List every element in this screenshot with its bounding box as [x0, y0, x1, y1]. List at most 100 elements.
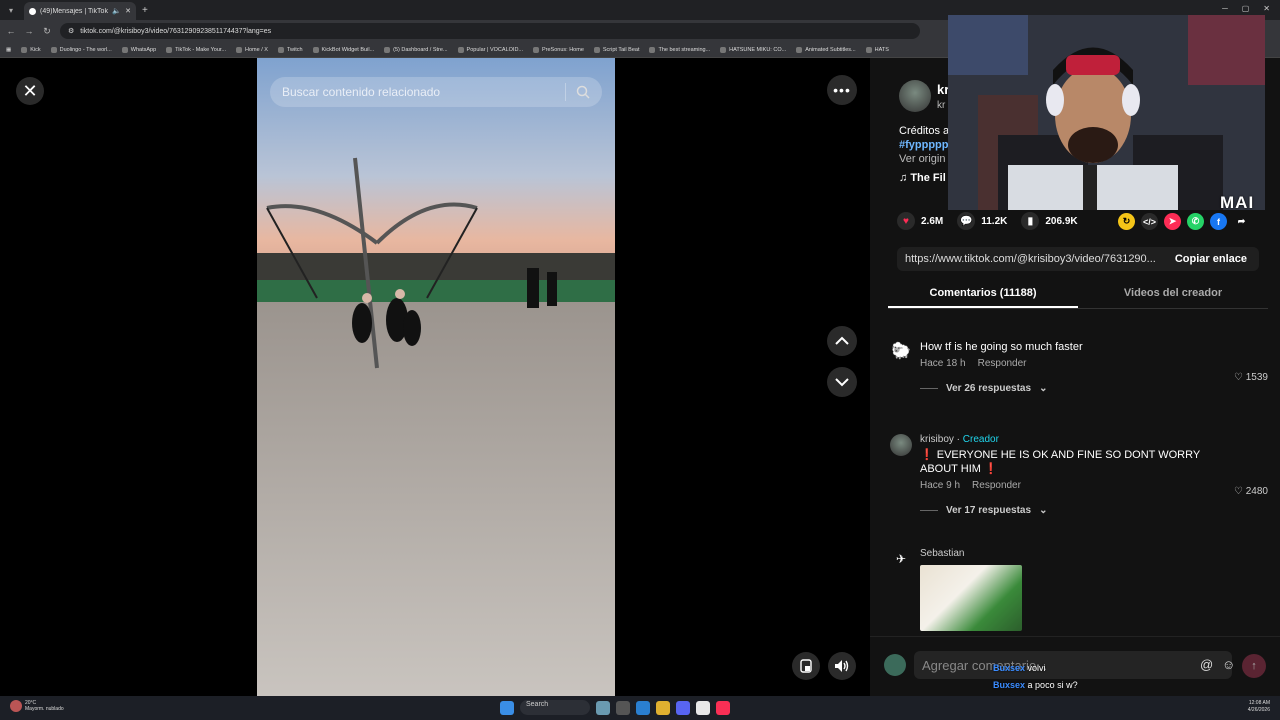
- discord-icon[interactable]: [676, 700, 690, 715]
- bookmark-favicon-icon: [50, 46, 57, 53]
- comment-time: Hace 9 h: [920, 480, 961, 491]
- music-link[interactable]: ♫ The Fil: [899, 172, 946, 184]
- author-name[interactable]: Sebastian: [920, 548, 1220, 559]
- bookmark-item[interactable]: The best streaming...: [649, 46, 710, 53]
- mention-icon[interactable]: @: [1200, 657, 1213, 672]
- site-info-icon[interactable]: ⚙: [68, 27, 74, 35]
- creator-avatar[interactable]: [899, 80, 931, 112]
- comment-like-button[interactable]: ♡ 1539: [1234, 372, 1268, 383]
- whatsapp-icon[interactable]: ✆: [1187, 213, 1204, 230]
- bookmark-item[interactable]: WhatsApp: [121, 46, 156, 53]
- comment-like-count: 2480: [1245, 486, 1268, 497]
- share-buttons: ↻ </> ➤ ✆ f ➦: [1118, 213, 1250, 230]
- mini-player-button[interactable]: [792, 652, 820, 680]
- omnibox[interactable]: ⚙ tiktok.com/@krisiboy3/video/7631290923…: [60, 23, 920, 39]
- maximize-icon[interactable]: ▢: [1242, 4, 1250, 13]
- taskbar-search[interactable]: Search: [520, 700, 590, 715]
- like-button[interactable]: ♥ 2.6M: [897, 212, 943, 230]
- close-button[interactable]: ✕: [16, 77, 44, 105]
- comment-like-count: 1539: [1245, 372, 1268, 383]
- bookmark-item[interactable]: Popular | VOCALOID...: [457, 46, 523, 53]
- send-to-friend-icon[interactable]: ➤: [1164, 213, 1181, 230]
- facebook-icon[interactable]: f: [1210, 213, 1227, 230]
- view-replies-button[interactable]: Ver 17 respuestas ⌄: [920, 505, 1220, 516]
- comment-text: How tf is he going so much faster: [920, 341, 1083, 353]
- commenter-avatar[interactable]: 🐑: [890, 340, 912, 362]
- comment-gif[interactable]: [920, 565, 1022, 631]
- search-icon[interactable]: [576, 85, 590, 99]
- comment-like-button[interactable]: ♡ 2480: [1234, 486, 1268, 497]
- new-tab-button[interactable]: +: [142, 5, 148, 16]
- bookmark-item[interactable]: HATS: [865, 46, 889, 53]
- stream-chat: Buxsex volvi Buxsex a poco si w?: [993, 660, 1078, 694]
- webcam-overlay: [948, 15, 1265, 210]
- more-options-button[interactable]: •••: [827, 75, 857, 105]
- tab-audio-icon[interactable]: 🔈: [112, 7, 121, 15]
- embed-icon[interactable]: </>: [1141, 213, 1158, 230]
- bookmark-item[interactable]: Script Tail Beat: [593, 46, 639, 53]
- minimize-icon[interactable]: ─: [1222, 4, 1228, 13]
- reply-button[interactable]: Responder: [972, 480, 1021, 491]
- bookmark-item[interactable]: Animated Subtitles...: [796, 46, 856, 53]
- commenter-avatar[interactable]: [890, 434, 912, 456]
- tab-close-icon[interactable]: ✕: [125, 7, 131, 15]
- comment-author[interactable]: krisiboy · Creador: [920, 434, 1220, 445]
- commenter-avatar[interactable]: ✈: [890, 548, 912, 570]
- next-video-button[interactable]: [827, 367, 857, 397]
- bookmark-item[interactable]: Duolingo - The worl...: [50, 46, 112, 53]
- file-explorer-icon[interactable]: [656, 700, 670, 715]
- bookmark-item[interactable]: PreSonus: Home: [533, 46, 584, 53]
- hashtag-link[interactable]: #fyppppp: [899, 138, 949, 152]
- bookmark-item[interactable]: TikTok - Make Your...: [166, 46, 226, 53]
- see-original-link[interactable]: Ver origin: [899, 152, 949, 166]
- save-count: 206.9K: [1045, 215, 1078, 227]
- volume-button[interactable]: [828, 652, 856, 680]
- browser-tab[interactable]: (49)Mensajes | TikTok 🔈 ✕: [24, 2, 136, 20]
- replies-label: Ver 17 respuestas: [946, 505, 1032, 516]
- music-app-icon[interactable]: [716, 700, 730, 715]
- chrome-icon[interactable]: [696, 700, 710, 715]
- creator-handle[interactable]: kr: [937, 100, 945, 111]
- emoji-icon[interactable]: ☺: [1222, 657, 1235, 672]
- action-bar: ♥ 2.6M 💬 11.2K ▮ 206.9K: [897, 212, 1092, 230]
- comment-button[interactable]: 💬 11.2K: [957, 212, 1007, 230]
- chat-line: Buxsex a poco si w?: [993, 677, 1078, 694]
- tab-creator-videos[interactable]: Videos del creador: [1078, 283, 1268, 308]
- related-search-input[interactable]: Buscar contenido relacionado: [270, 77, 602, 107]
- bookmark-item[interactable]: Kick: [21, 46, 41, 53]
- view-replies-button[interactable]: Ver 26 respuestas ⌄: [920, 383, 1220, 394]
- apps-icon[interactable]: ▦: [6, 47, 11, 53]
- save-button[interactable]: ▮ 206.9K: [1021, 212, 1078, 230]
- widget-icon[interactable]: [596, 700, 610, 715]
- previous-video-button[interactable]: [827, 326, 857, 356]
- task-view-icon[interactable]: [616, 700, 630, 715]
- forward-icon[interactable]: →: [22, 26, 36, 36]
- video-player[interactable]: [257, 58, 615, 696]
- bookmark-favicon-icon: [720, 46, 727, 53]
- repost-icon[interactable]: ↻: [1118, 213, 1135, 230]
- copy-link-button[interactable]: Copiar enlace: [1163, 253, 1259, 265]
- back-icon[interactable]: ←: [4, 26, 18, 36]
- system-clock[interactable]: 12:08 AM 4/26/2026: [1248, 700, 1270, 714]
- bookmark-favicon-icon: [384, 46, 391, 53]
- bookmark-item[interactable]: (5) Dashboard / Stre...: [384, 46, 448, 53]
- chevron-down-icon: [835, 378, 849, 387]
- edge-icon[interactable]: [636, 700, 650, 715]
- tab-search-icon[interactable]: ▾: [4, 3, 18, 17]
- video-url[interactable]: https://www.tiktok.com/@krisiboy3/video/…: [897, 253, 1163, 265]
- window-close-icon[interactable]: ✕: [1263, 4, 1270, 13]
- arrow-up-icon: ↑: [1251, 660, 1257, 672]
- share-arrow-icon[interactable]: ➦: [1233, 213, 1250, 230]
- reply-button[interactable]: Responder: [978, 358, 1027, 369]
- post-comment-button[interactable]: ↑: [1242, 654, 1266, 678]
- start-icon[interactable]: [500, 700, 514, 715]
- bookmark-item[interactable]: KickBot Widget Buil...: [312, 46, 374, 53]
- taskbar-search-label: Search: [526, 700, 549, 708]
- tab-comments[interactable]: Comentarios (11188): [888, 283, 1078, 308]
- weather-widget[interactable]: 20°C Mayorm. nublado: [10, 700, 64, 712]
- bookmark-item[interactable]: HATSUNE MIKU: CO...: [720, 46, 786, 53]
- bookmark-item[interactable]: Twitch: [277, 46, 303, 53]
- reload-icon[interactable]: ↻: [40, 26, 54, 37]
- bookmark-item[interactable]: Home / X: [236, 46, 268, 53]
- chevron-down-icon: ⌄: [1039, 505, 1048, 516]
